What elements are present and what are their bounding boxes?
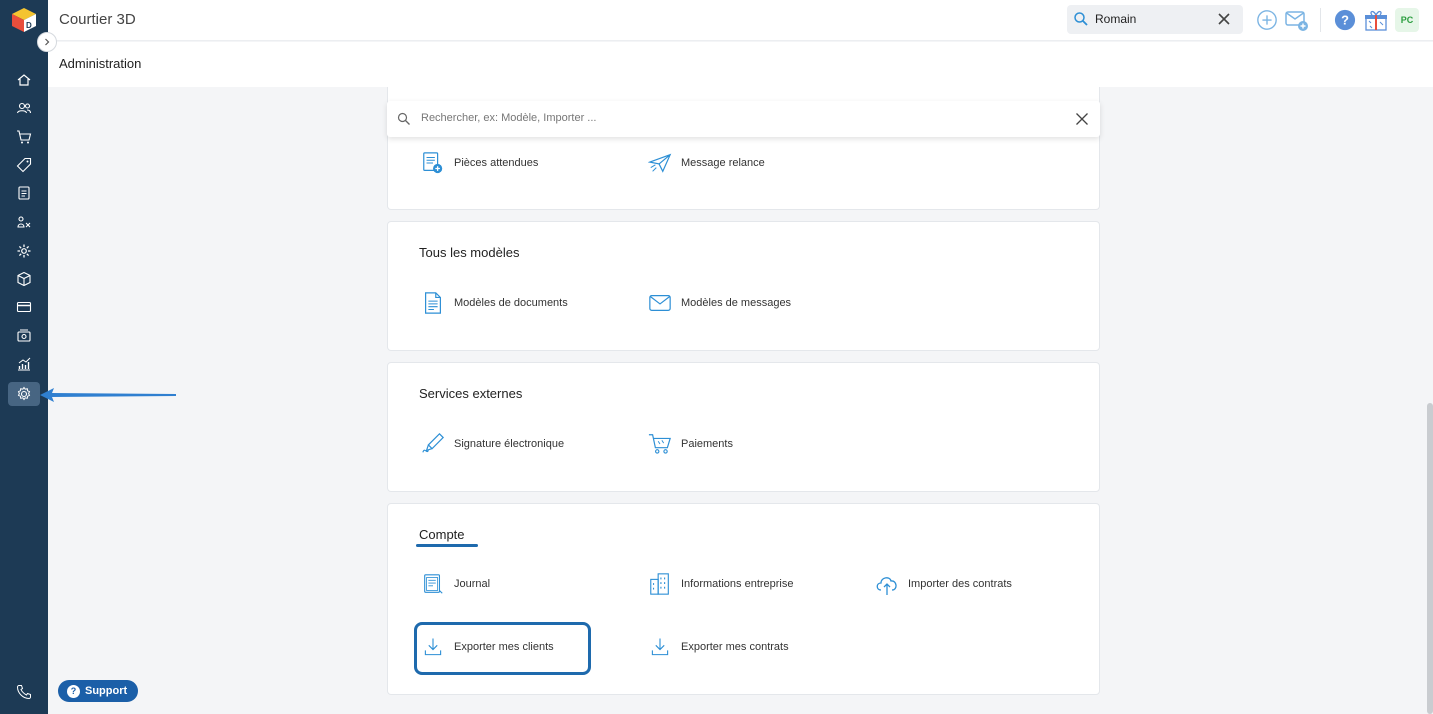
search-icon xyxy=(397,112,411,131)
tag-icon xyxy=(16,157,32,173)
card-services: Services externes Signature électronique… xyxy=(387,362,1100,492)
item-label: Message relance xyxy=(681,157,765,169)
scale-icon xyxy=(17,216,31,228)
chevron-right-icon xyxy=(45,38,50,46)
credit-card-icon xyxy=(16,301,32,313)
clipboard-icon xyxy=(18,186,30,200)
sidebar: D xyxy=(0,0,48,714)
item-message-relance[interactable]: Message relance xyxy=(647,148,765,178)
nav-products[interactable] xyxy=(8,267,40,291)
paper-plane-icon xyxy=(647,150,673,176)
item-label: Importer des contrats xyxy=(908,578,1012,590)
document-plus-icon xyxy=(420,150,446,176)
users-icon xyxy=(16,102,32,114)
scrollbar[interactable] xyxy=(1427,403,1433,714)
app-title: Courtier 3D xyxy=(59,11,136,28)
item-label: Paiements xyxy=(681,438,733,450)
nav-contacts[interactable] xyxy=(8,96,40,120)
card-modeles: Tous les modèles Modèles de documents Mo… xyxy=(387,221,1100,351)
help-icon[interactable]: ? xyxy=(1333,8,1357,32)
clear-search-icon[interactable] xyxy=(1217,12,1231,31)
search-icon xyxy=(1073,11,1089,32)
box-icon xyxy=(17,271,31,287)
item-pieces-attendues[interactable]: Pièces attendues xyxy=(420,148,538,178)
cloud-upload-icon xyxy=(874,571,900,597)
page-title: Administration xyxy=(59,56,142,71)
mail-add-icon[interactable] xyxy=(1285,8,1309,32)
section-title-underline xyxy=(416,544,478,547)
item-informations-entreprise[interactable]: Informations entreprise xyxy=(647,569,794,599)
nav-finance[interactable] xyxy=(8,324,40,348)
topbar-separator xyxy=(1320,8,1321,32)
gift-icon[interactable] xyxy=(1364,8,1388,32)
section-title: Compte xyxy=(419,527,465,542)
home-icon xyxy=(17,74,31,86)
global-search-value[interactable]: Romain xyxy=(1095,12,1136,26)
item-label: Journal xyxy=(454,578,491,590)
signature-pen-icon xyxy=(420,431,446,457)
section-title: Services externes xyxy=(419,386,523,401)
chart-icon xyxy=(18,357,31,371)
nav-gear[interactable] xyxy=(8,239,40,263)
item-exporter-contrats[interactable]: Exporter mes contrats xyxy=(647,632,789,662)
item-label: Signature électronique xyxy=(454,438,565,450)
money-icon xyxy=(17,329,31,342)
support-button[interactable]: ? Support xyxy=(58,680,138,702)
cog-icon xyxy=(17,244,31,258)
item-modeles-documents[interactable]: Modèles de documents xyxy=(420,288,568,318)
journal-icon xyxy=(420,571,446,597)
nav-stats[interactable] xyxy=(8,352,40,376)
document-icon xyxy=(420,290,446,316)
svg-text:D: D xyxy=(26,21,32,30)
cart-icon xyxy=(17,130,32,144)
nav-cart[interactable] xyxy=(8,125,40,149)
item-paiements[interactable]: Paiements xyxy=(647,429,733,459)
global-search[interactable]: Romain xyxy=(1067,5,1243,34)
app-logo[interactable]: D xyxy=(10,6,38,34)
nav-administration[interactable] xyxy=(8,382,40,406)
highlight-box-annotation xyxy=(414,622,591,675)
question-icon: ? xyxy=(67,684,80,698)
close-icon[interactable] xyxy=(1075,112,1089,131)
item-label: Informations entreprise xyxy=(681,578,794,590)
building-icon xyxy=(647,571,673,597)
top-bar: Courtier 3D Romain ? PC xyxy=(48,0,1433,41)
nav-payments[interactable] xyxy=(8,295,40,319)
support-label: Support xyxy=(85,685,128,697)
nav-home[interactable] xyxy=(8,68,40,92)
page-header: Administration xyxy=(48,42,1433,87)
item-label: Modèles de messages xyxy=(681,297,792,309)
phone-icon[interactable] xyxy=(16,684,32,705)
admin-search-placeholder[interactable]: Rechercher, ex: Modèle, Importer ... xyxy=(421,112,596,124)
nav-tags[interactable] xyxy=(8,153,40,177)
download-icon xyxy=(647,634,673,660)
item-label: Exporter mes contrats xyxy=(681,641,789,653)
pointer-arrow-annotation xyxy=(40,388,176,402)
item-label: Modèles de documents xyxy=(454,297,568,309)
envelope-icon xyxy=(647,290,673,316)
item-journal[interactable]: Journal xyxy=(420,569,490,599)
admin-search-box[interactable]: Rechercher, ex: Modèle, Importer ... xyxy=(387,101,1100,137)
svg-text:?: ? xyxy=(1341,13,1349,28)
cart-icon xyxy=(647,431,673,457)
settings-gear-icon xyxy=(17,386,31,401)
item-signature[interactable]: Signature électronique xyxy=(420,429,564,459)
item-modeles-messages[interactable]: Modèles de messages xyxy=(647,288,791,318)
nav-claims[interactable] xyxy=(8,210,40,234)
item-importer-contrats[interactable]: Importer des contrats xyxy=(874,569,1012,599)
nav-documents[interactable] xyxy=(8,181,40,205)
item-label: Pièces attendues xyxy=(454,157,539,169)
user-avatar[interactable]: PC xyxy=(1395,8,1419,32)
section-title: Tous les modèles xyxy=(419,245,520,260)
sidebar-expand-button[interactable] xyxy=(37,32,57,52)
add-circle-icon[interactable] xyxy=(1255,8,1279,32)
